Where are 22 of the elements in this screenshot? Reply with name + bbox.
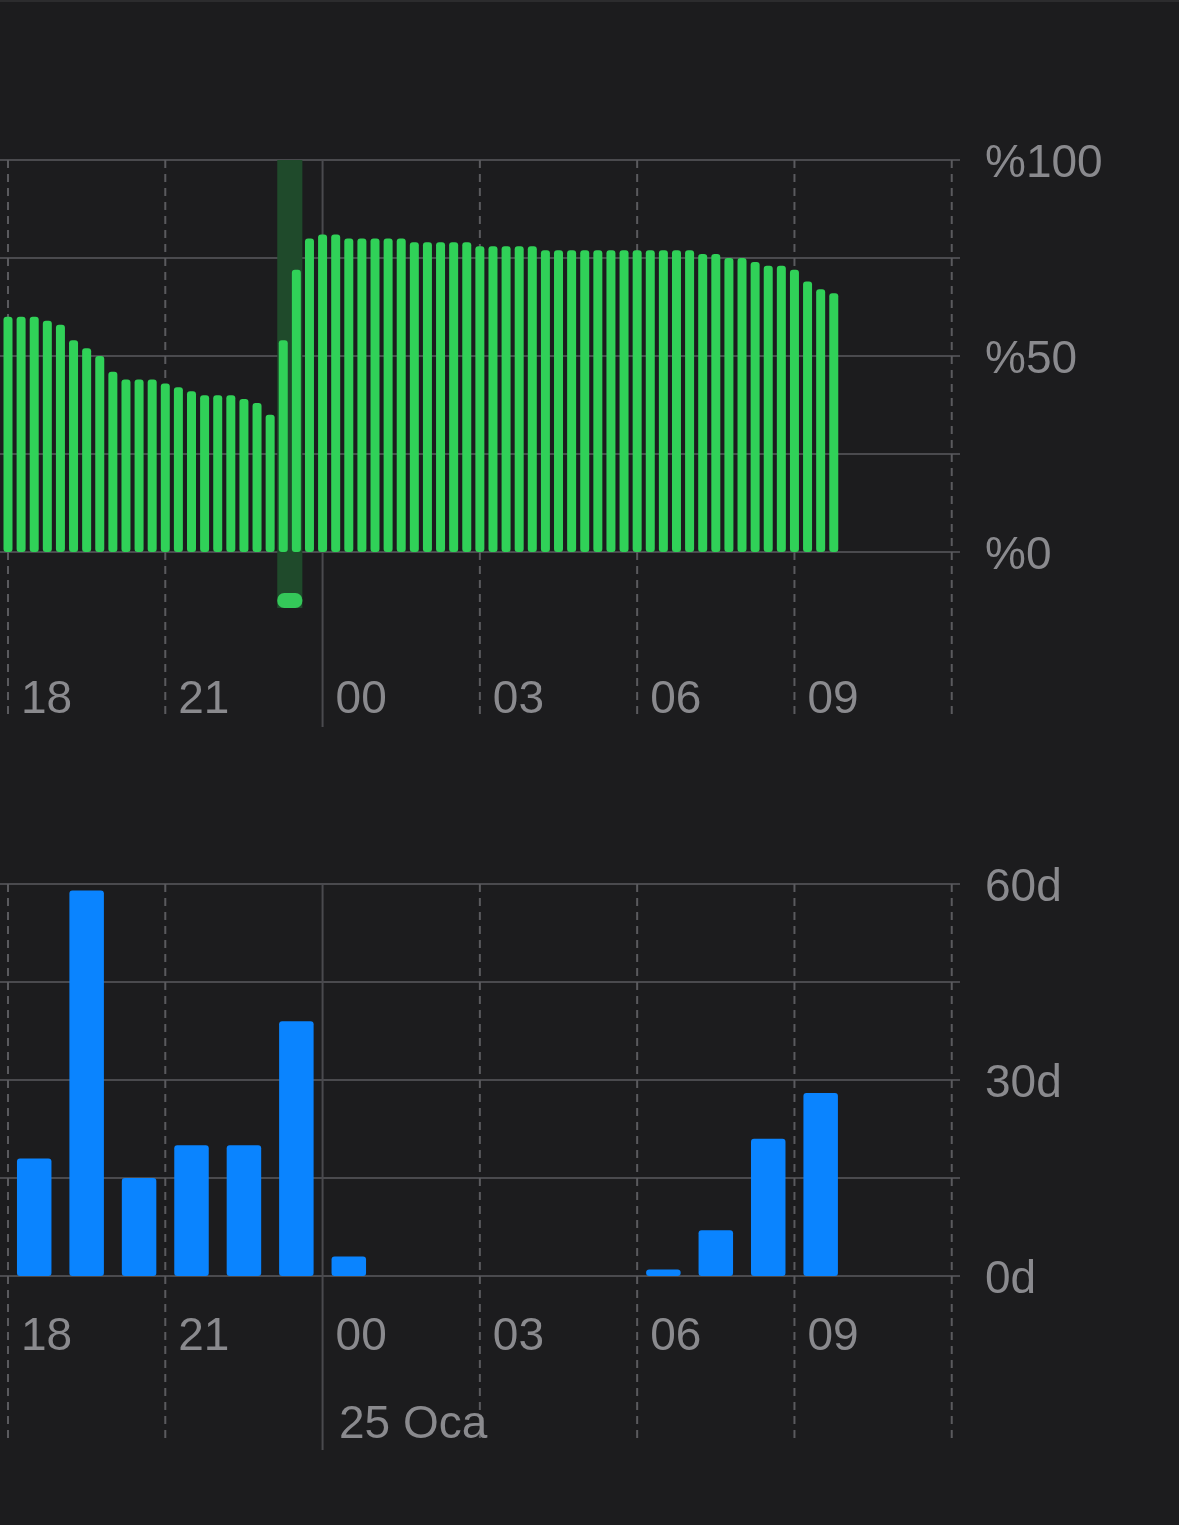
activity-bar: [698, 1230, 734, 1276]
axis-label: %100: [985, 135, 1103, 187]
axis-label: 18: [21, 671, 73, 723]
axis-label: 21: [178, 1308, 230, 1360]
axis-label: 09: [807, 671, 859, 723]
axis-label: 00: [335, 1308, 387, 1360]
axis-label: %0: [985, 527, 1052, 579]
axis-label: 21: [178, 671, 230, 723]
axis-label: 00: [335, 671, 387, 723]
axis-label: 0d: [985, 1251, 1037, 1303]
axis-label: %50: [985, 331, 1078, 383]
activity-bar: [646, 1269, 681, 1276]
axis-label: 09: [807, 1308, 859, 1360]
axis-label: 03: [492, 671, 545, 723]
axis-label: 03: [492, 1308, 545, 1360]
axis-label: 60d: [985, 859, 1062, 911]
axis-label: 06: [650, 1308, 702, 1360]
axis-label: 18: [21, 1308, 73, 1360]
activity-bar: [331, 1256, 367, 1276]
date-label: 25 Oca: [339, 1396, 488, 1448]
axis-label: 30d: [985, 1055, 1062, 1107]
axis-label: 06: [650, 671, 702, 723]
